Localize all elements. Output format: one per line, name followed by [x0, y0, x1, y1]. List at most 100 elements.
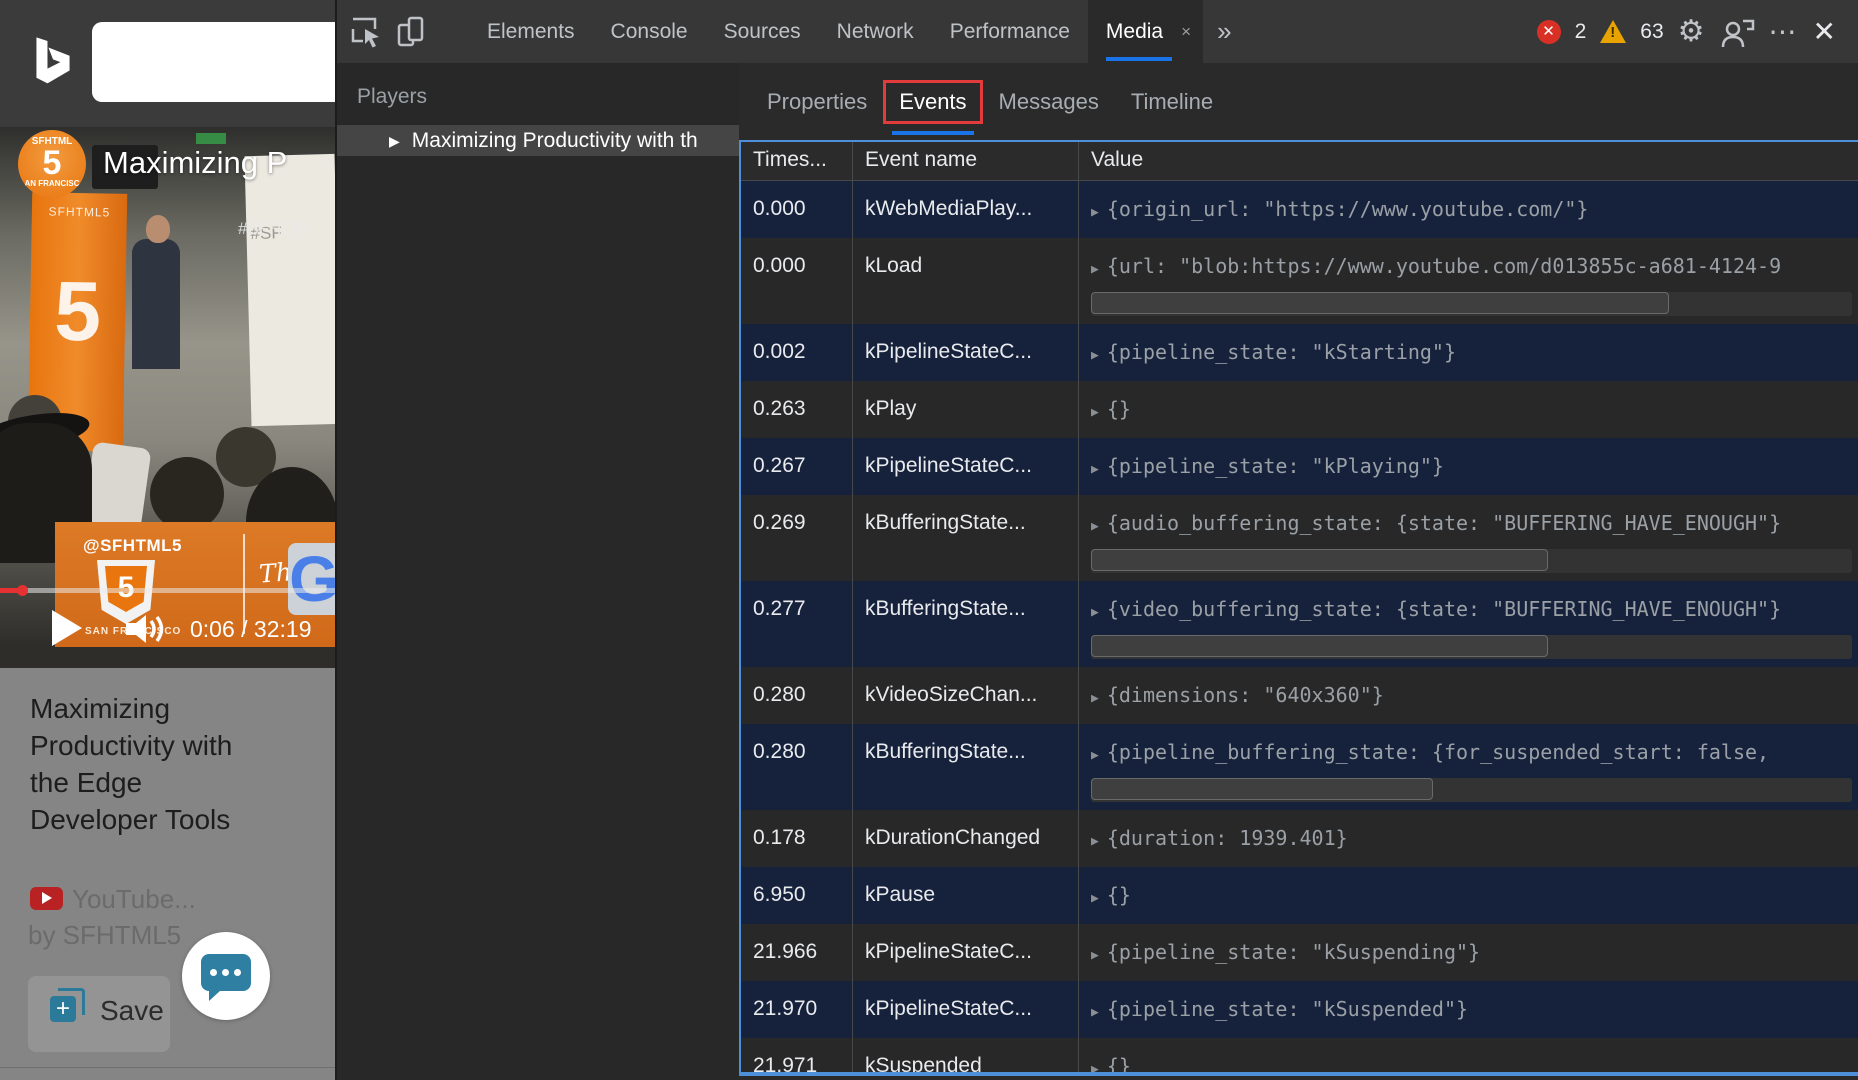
horizontal-scrollbar[interactable] — [1091, 778, 1852, 802]
subtab-messages[interactable]: Messages — [983, 83, 1115, 121]
event-table-row[interactable]: 0.002kPipelineStateC...▶{pipeline_state:… — [741, 324, 1858, 381]
close-devtools-icon[interactable]: ✕ — [1813, 15, 1836, 48]
value-text: {url: "blob:https://www.youtube.com/d013… — [1107, 254, 1781, 278]
event-table-row[interactable]: 21.966kPipelineStateC...▶{pipeline_state… — [741, 924, 1858, 981]
disclosure-triangle-icon[interactable]: ▶ — [1091, 1005, 1099, 1020]
devtools-tab-sources[interactable]: Sources — [706, 0, 819, 63]
scrollbar-thumb[interactable] — [1091, 635, 1548, 657]
column-header-value[interactable]: Value — [1079, 142, 1858, 180]
event-name-cell: kPipelineStateC... — [853, 324, 1079, 381]
event-table-row[interactable]: 0.263kPlay▶{} — [741, 381, 1858, 438]
value-text: {pipeline_state: "kSuspended"} — [1107, 997, 1468, 1021]
speaker-head — [146, 215, 170, 243]
event-table-row[interactable]: 0.269kBufferingState...▶{audio_buffering… — [741, 495, 1858, 581]
event-table-row[interactable]: 21.971kSuspended▶{} — [741, 1038, 1858, 1075]
devtools-tab-network[interactable]: Network — [819, 0, 932, 63]
timestamp-cell: 0.000 — [741, 181, 853, 238]
settings-gear-icon[interactable]: ⚙ — [1678, 14, 1705, 49]
value-text: {dimensions: "640x360"} — [1107, 683, 1384, 707]
subtab-timeline[interactable]: Timeline — [1115, 83, 1229, 121]
subtab-properties[interactable]: Properties — [751, 83, 883, 121]
value-cell: ▶{} — [1079, 1038, 1858, 1075]
video-title-line: Maximizing — [30, 690, 320, 727]
event-name-cell: kBufferingState... — [853, 581, 1079, 667]
devtools-tab-console[interactable]: Console — [593, 0, 706, 63]
column-header-timestamp[interactable]: Times... — [741, 142, 853, 180]
video-progress-bar[interactable] — [0, 588, 335, 593]
timestamp-cell: 0.280 — [741, 667, 853, 724]
disclosure-triangle-icon[interactable]: ▶ — [1091, 262, 1099, 277]
video-title-line: the Edge — [30, 764, 320, 801]
disclosure-triangle-icon[interactable]: ▶ — [1091, 948, 1099, 963]
video-player[interactable]: #SF SFHTML5 5 @SFHTML5 5 SAN FRANCISCO — [0, 127, 335, 668]
table-focus-border — [739, 1072, 1858, 1076]
video-overlay-hashtag: #SFHTM — [238, 219, 306, 239]
chat-fab-button[interactable] — [182, 932, 270, 1020]
more-options-icon[interactable]: ⋯ — [1769, 15, 1799, 48]
event-table-row[interactable]: 0.000kWebMediaPlay...▶{origin_url: "http… — [741, 181, 1858, 238]
devtools-tab-media[interactable]: Media× — [1088, 0, 1203, 63]
issues-person-icon[interactable] — [1719, 15, 1755, 49]
error-badge-icon[interactable]: ✕ — [1537, 20, 1561, 44]
inspect-element-icon[interactable] — [349, 15, 383, 49]
more-tabs-chevron-icon[interactable]: » — [1203, 16, 1245, 47]
progress-knob[interactable] — [17, 585, 28, 596]
devtools-tab-performance[interactable]: Performance — [932, 0, 1088, 63]
disclosure-triangle-icon[interactable]: ▶ — [1091, 748, 1099, 763]
value-cell: ▶ {pipeline_state: "kSuspending"} — [1079, 924, 1858, 981]
google-g-logo: G — [288, 543, 335, 615]
event-table-row[interactable]: 0.178kDurationChanged▶{duration: 1939.40… — [741, 810, 1858, 867]
event-table-row[interactable]: 0.267kPipelineStateC...▶{pipeline_state:… — [741, 438, 1858, 495]
horizontal-scrollbar[interactable] — [1091, 549, 1852, 573]
channel-avatar[interactable]: SFHTML 5 AN FRANCISC — [18, 130, 86, 198]
disclosure-triangle-icon[interactable]: ▶ — [1091, 691, 1099, 706]
value-cell: ▶ {dimensions: "640x360"} — [1079, 667, 1858, 724]
disclosure-triangle-icon[interactable]: ▶ — [1091, 605, 1099, 620]
warning-icon[interactable] — [1600, 20, 1626, 43]
video-title: MaximizingProductivity withthe EdgeDevel… — [30, 690, 320, 838]
value-cell: ▶{} — [1079, 381, 1858, 438]
scrollbar-thumb[interactable] — [1091, 549, 1548, 571]
value-text: {pipeline_state: "kSuspending"} — [1107, 940, 1480, 964]
bing-logo-icon[interactable] — [30, 34, 76, 94]
search-input[interactable] — [92, 22, 352, 102]
close-tab-icon[interactable]: × — [1181, 0, 1191, 63]
volume-button[interactable] — [126, 613, 168, 645]
event-table-row[interactable]: 21.970kPipelineStateC...▶{pipeline_state… — [741, 981, 1858, 1038]
event-name-cell: kBufferingState... — [853, 495, 1079, 581]
disclosure-triangle-icon[interactable]: ▶ — [1091, 348, 1099, 363]
value-cell: ▶{audio_buffering_state: {state: "BUFFER… — [1079, 495, 1858, 581]
error-count: 2 — [1575, 20, 1587, 44]
disclosure-triangle-icon[interactable]: ▶ — [1091, 405, 1099, 420]
value-text: {origin_url: "https://www.youtube.com/"} — [1107, 197, 1589, 221]
devtools-tab-elements[interactable]: Elements — [469, 0, 593, 63]
event-name-cell: kPipelineStateC... — [853, 981, 1079, 1038]
horizontal-scrollbar[interactable] — [1091, 292, 1852, 316]
disclosure-triangle-icon[interactable]: ▶ — [1091, 891, 1099, 906]
disclosure-triangle-icon[interactable]: ▶ — [1091, 462, 1099, 477]
scrollbar-thumb[interactable] — [1091, 292, 1669, 314]
timestamp-cell: 0.269 — [741, 495, 853, 581]
horizontal-scrollbar[interactable] — [1091, 635, 1852, 659]
player-list-item[interactable]: ▶Maximizing Productivity with th — [337, 125, 739, 156]
save-button[interactable]: Save — [28, 976, 170, 1052]
scrollbar-thumb[interactable] — [1091, 778, 1433, 800]
disclosure-triangle-icon[interactable]: ▶ — [1091, 519, 1099, 534]
value-text: {video_buffering_state: {state: "BUFFERI… — [1107, 597, 1781, 621]
event-table-row[interactable]: 0.280kBufferingState...▶{pipeline_buffer… — [741, 724, 1858, 810]
subtab-events[interactable]: Events — [883, 80, 982, 124]
play-button[interactable] — [52, 610, 82, 646]
event-table-row[interactable]: 0.277kBufferingState...▶{video_buffering… — [741, 581, 1858, 667]
disclosure-triangle-icon[interactable]: ▶ — [1091, 205, 1099, 220]
expand-arrow-icon[interactable]: ▶ — [389, 126, 400, 156]
event-name-cell: kBufferingState... — [853, 724, 1079, 810]
video-title-line: Productivity with — [30, 727, 320, 764]
disclosure-triangle-icon[interactable]: ▶ — [1091, 834, 1099, 849]
event-table-row[interactable]: 0.000kLoad▶{url: "blob:https://www.youtu… — [741, 238, 1858, 324]
device-toolbar-icon[interactable] — [395, 15, 429, 49]
event-table-row[interactable]: 6.950kPause▶{} — [741, 867, 1858, 924]
column-header-event-name[interactable]: Event name — [853, 142, 1079, 180]
event-table-row[interactable]: 0.280kVideoSizeChan...▶{dimensions: "640… — [741, 667, 1858, 724]
timestamp-cell: 6.950 — [741, 867, 853, 924]
value-cell: ▶{pipeline_buffering_state: {for_suspend… — [1079, 724, 1858, 810]
